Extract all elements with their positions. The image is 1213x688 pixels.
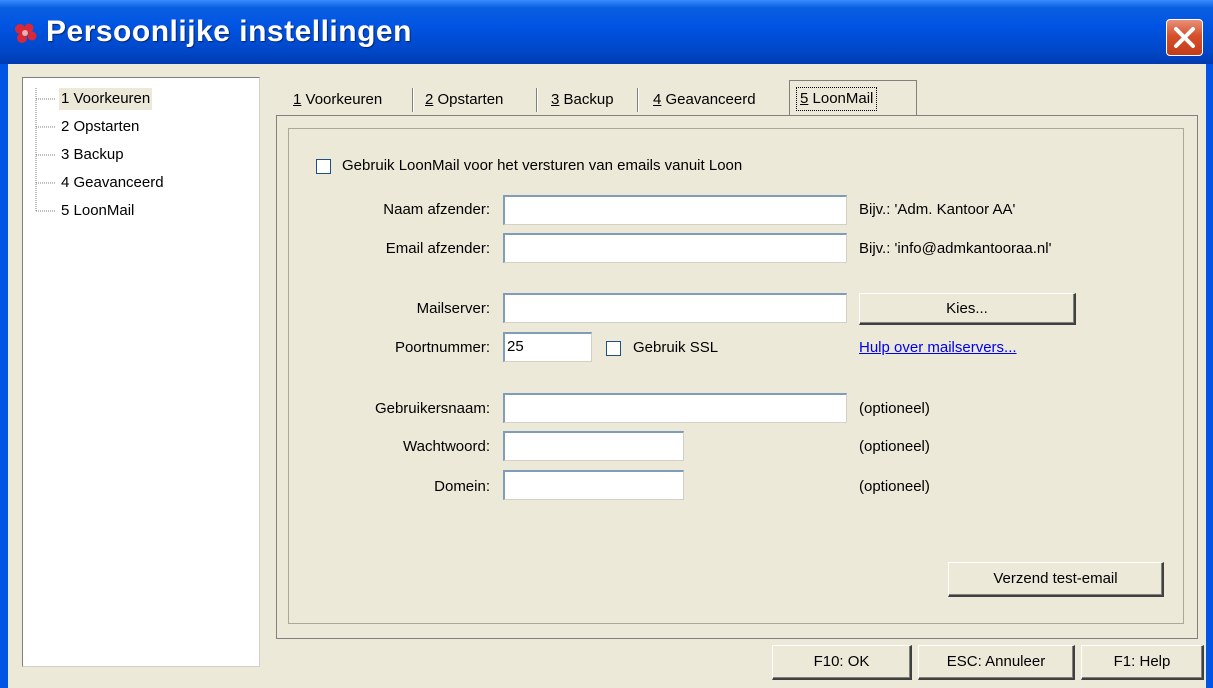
domain-label: Domein: <box>434 478 490 495</box>
dialog-client: 1 Voorkeuren 2 Opstarten 3 Backup 4 Geav… <box>8 64 1206 688</box>
sender-email-field[interactable] <box>503 233 847 263</box>
password-hint: (optioneel) <box>859 438 930 455</box>
use-loonmail-checkbox[interactable] <box>316 159 331 174</box>
mailserver-field[interactable] <box>503 293 847 323</box>
send-test-email-button[interactable]: Verzend test-email <box>948 562 1164 597</box>
tree-item-geavanceerd[interactable]: 4 Geavanceerd <box>59 172 166 194</box>
tab-voorkeuren-label: Voorkeuren <box>301 91 383 108</box>
use-loonmail-label: Gebruik LoonMail voor het versturen van … <box>342 157 743 174</box>
tab-opstarten-label: Opstarten <box>433 91 504 108</box>
help-button[interactable]: F1: Help <box>1081 645 1204 680</box>
port-label: Poortnummer: <box>394 339 490 356</box>
password-field[interactable] <box>503 431 684 461</box>
tree-item-loonmail[interactable]: 5 LoonMail <box>59 200 136 222</box>
app-logo-icon <box>12 22 38 44</box>
ok-button[interactable]: F10: OK <box>772 645 912 680</box>
window-title: Persoonlijke instellingen <box>46 15 412 48</box>
port-field[interactable]: 25 <box>503 332 592 362</box>
sender-name-field[interactable] <box>503 195 847 225</box>
tab-backup-label: Backup <box>559 91 614 108</box>
mailserver-label: Mailserver: <box>416 300 490 317</box>
tab-geavanceerd[interactable]: 4 Geavanceerd <box>651 86 758 114</box>
username-hint: (optioneel) <box>859 400 930 417</box>
tab-separator <box>412 88 414 112</box>
use-ssl-label: Gebruik SSL <box>633 339 719 356</box>
tab-loonmail[interactable]: 5 LoonMail <box>796 87 878 111</box>
tab-backup[interactable]: 3 Backup <box>549 86 616 114</box>
domain-hint: (optioneel) <box>859 478 930 495</box>
close-icon <box>1174 27 1195 48</box>
settings-window: Persoonlijke instellingen 1 Voorkeuren 2 <box>0 0 1213 688</box>
cancel-button[interactable]: ESC: Annuleer <box>918 645 1075 680</box>
title-bar: Persoonlijke instellingen <box>0 0 1213 64</box>
username-label: Gebruikersnaam: <box>374 400 490 417</box>
tree-item-voorkeuren[interactable]: 1 Voorkeuren <box>59 88 153 110</box>
tree-item-opstarten[interactable]: 2 Opstarten <box>59 116 141 138</box>
tab-separator <box>637 88 639 112</box>
password-label: Wachtwoord: <box>403 438 490 455</box>
domain-field[interactable] <box>503 470 684 500</box>
username-field[interactable] <box>503 393 847 423</box>
tab-voorkeuren[interactable]: 1 Voorkeuren <box>291 86 384 114</box>
tab-separator <box>536 88 538 112</box>
choose-mailserver-button[interactable]: Kies... <box>859 293 1076 325</box>
tree-lines <box>35 88 56 212</box>
tab-opstarten[interactable]: 2 Opstarten <box>423 86 505 114</box>
use-ssl-checkbox[interactable] <box>606 341 621 356</box>
sender-email-label: Email afzender: <box>385 240 490 257</box>
settings-tree[interactable]: 1 Voorkeuren 2 Opstarten 3 Backup 4 Geav… <box>22 77 260 667</box>
sender-email-hint: Bijv.: 'info@admkantooraa.nl' <box>859 240 1052 257</box>
close-button[interactable] <box>1166 19 1203 56</box>
mailserver-help-link[interactable]: Hulp over mailservers... <box>859 339 1017 356</box>
sender-name-label: Naam afzender: <box>383 201 490 218</box>
tab-geavanceerd-label: Geavanceerd <box>661 91 756 108</box>
tab-loonmail-label: LoonMail <box>808 90 874 107</box>
sender-name-hint: Bijv.: 'Adm. Kantoor AA' <box>859 201 1016 218</box>
tree-item-backup[interactable]: 3 Backup <box>59 144 126 166</box>
